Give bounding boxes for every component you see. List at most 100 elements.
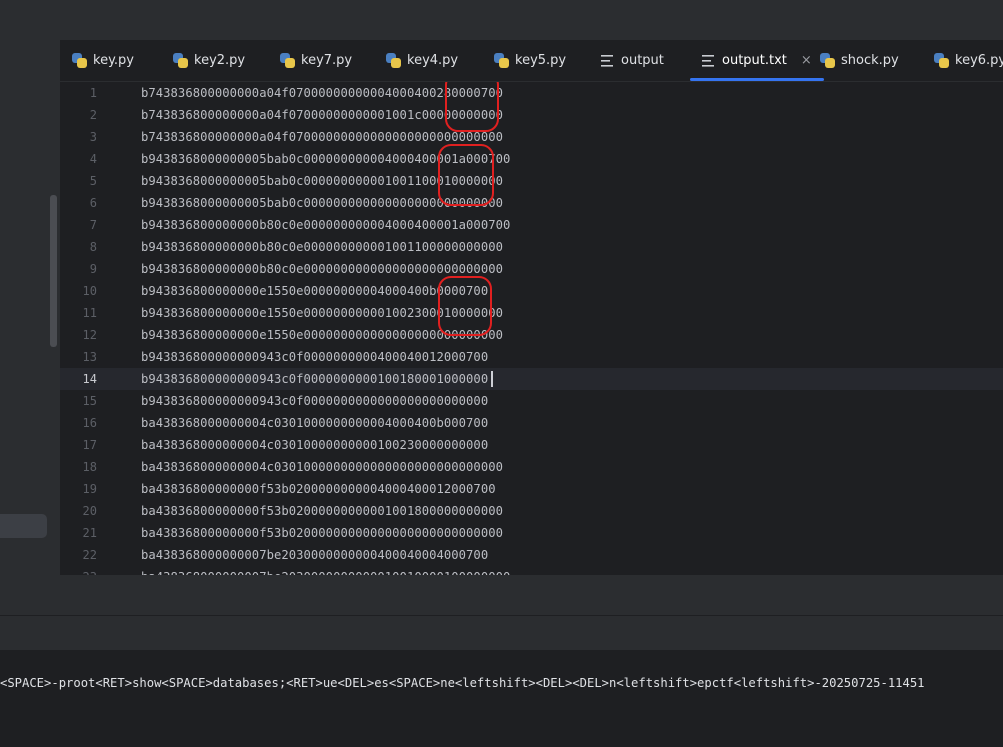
line-number: 14 (82, 372, 97, 386)
line-number: 6 (89, 196, 97, 210)
tab-label: shock.py (841, 53, 899, 68)
line-number: 21 (82, 526, 97, 540)
editor-line[interactable]: 6 b9438368000000005bab0c00000000000000000… (60, 192, 1003, 214)
tab-label: key2.py (194, 53, 246, 68)
code-text: ba43836800000000f53b02000000000001001800… (141, 504, 503, 518)
editor-tab-bar: key.py key2.py key7.py key4.py key5.py o… (60, 40, 1003, 82)
red-annotation-circle (438, 276, 492, 336)
tab-key2-py[interactable]: key2.py (173, 40, 245, 81)
editor-line[interactable]: 5 b9438368000000005bab0c00000000000100110… (60, 170, 1003, 192)
console-text: <SPACE>-proot<RET>show<SPACE>databases;<… (0, 676, 925, 690)
line-number: 20 (82, 504, 97, 518)
editor-line[interactable]: 20 ba43836800000000f53b020000000000010018… (60, 500, 1003, 522)
code-text: ba438368000000007be203000000000040004000… (141, 548, 489, 562)
editor-line[interactable]: 14 b943836800000000943c0f0000000000100180… (60, 368, 1003, 390)
tab-label: key4.py (407, 53, 459, 68)
editor-line[interactable]: 8 b943836800000000b80c0e00000000000100110… (60, 236, 1003, 258)
editor-line[interactable]: 21 ba43836800000000f53b020000000000000000… (60, 522, 1003, 544)
tab-label: key5.py (515, 53, 567, 68)
line-number: 8 (89, 240, 97, 254)
editor-line[interactable]: 23 ba438368000000007be2030000000000010010… (60, 566, 1003, 575)
editor-line[interactable]: 13 b943836800000000943c0f0000000000400040… (60, 346, 1003, 368)
red-annotation-circle (445, 82, 499, 132)
tab-key5-py[interactable]: key5.py (494, 40, 566, 81)
tab-key7-py[interactable]: key7.py (280, 40, 352, 81)
line-number: 2 (89, 108, 97, 122)
line-number: 9 (89, 262, 97, 276)
console-output[interactable]: <SPACE>-proot<RET>show<SPACE>databases;<… (0, 650, 1003, 747)
python-icon (934, 53, 949, 68)
red-annotation-circle (438, 144, 494, 206)
code-text: ba43836800000000f53b02000000000040004000… (141, 482, 496, 496)
code-text: ba438368000000004c0301000000000004000400… (141, 416, 489, 430)
line-number: 5 (89, 174, 97, 188)
editor-line[interactable]: 2 b743836800000000a04f07000000000001001c0… (60, 104, 1003, 126)
python-icon (820, 53, 835, 68)
title-bar (0, 0, 1003, 40)
project-panel (0, 40, 60, 575)
text-file-icon (702, 54, 716, 67)
line-number: 22 (82, 548, 97, 562)
tab-key6-py[interactable]: key6.py (934, 40, 1003, 81)
code-text: ba438368000000004c0301000000000010023000… (141, 438, 489, 452)
code-text: ba438368000000007be203000000000001001000… (141, 566, 510, 575)
bottom-panel-toolbar (0, 616, 1003, 650)
tab-output-txt[interactable]: output.txt × (690, 40, 824, 81)
python-icon (280, 53, 295, 68)
code-text: ba438368000000004c0301000000000000000000… (141, 460, 503, 474)
editor-line[interactable]: 10 b943836800000000e1550e0000000000400040… (60, 280, 1003, 302)
python-icon (173, 53, 188, 68)
python-icon (494, 53, 509, 68)
code-text: b943836800000000943c0f000000000040004001… (141, 350, 489, 364)
line-number: 3 (89, 130, 97, 144)
line-number: 19 (82, 482, 97, 496)
code-text: b943836800000000b80c0e000000000001001100… (141, 240, 503, 254)
editor-line[interactable]: 16 ba438368000000004c03010000000000040004… (60, 412, 1003, 434)
tab-output[interactable]: output (601, 40, 664, 81)
editor-area[interactable]: 1 b743836800000000a04f0700000000000400040… (60, 82, 1003, 575)
line-number: 7 (89, 218, 97, 232)
project-tree-selected-row[interactable] (0, 514, 47, 538)
editor-line[interactable]: 4 b9438368000000005bab0c00000000000400040… (60, 148, 1003, 170)
code-text: b943836800000000e1550e00000000004000400b… (141, 284, 489, 298)
editor-line[interactable]: 7 b943836800000000b80c0e00000000000400040… (60, 214, 1003, 236)
line-number: 10 (82, 284, 97, 298)
text-caret (491, 371, 493, 387)
close-icon[interactable]: × (801, 53, 812, 68)
line-number: 16 (82, 416, 97, 430)
python-icon (386, 53, 401, 68)
tab-label: output.txt (722, 53, 787, 68)
tab-key4-py[interactable]: key4.py (386, 40, 458, 81)
editor-line[interactable]: 9 b943836800000000b80c0e00000000000000000… (60, 258, 1003, 280)
code-text: b943836800000000b80c0e000000000004000400… (141, 218, 511, 232)
tab-label: output (621, 53, 664, 68)
line-number: 12 (82, 328, 97, 342)
text-file-icon (601, 54, 615, 67)
code-text: b943836800000000943c0f000000000000000000… (141, 394, 489, 408)
bottom-panel-header (0, 575, 1003, 616)
python-icon (72, 53, 87, 68)
line-number: 13 (82, 350, 97, 364)
tab-label: key6.py (955, 53, 1003, 68)
tab-shock-py[interactable]: shock.py (820, 40, 899, 81)
tab-label: key.py (93, 53, 134, 68)
line-number: 23 (60, 566, 97, 575)
editor-line[interactable]: 18 ba438368000000004c03010000000000000000… (60, 456, 1003, 478)
line-number: 18 (82, 460, 97, 474)
editor-line[interactable]: 3 b743836800000000a04f0700000000000000000… (60, 126, 1003, 148)
editor-line[interactable]: 22 ba438368000000007be2030000000000400040… (60, 544, 1003, 566)
editor-line[interactable]: 17 ba438368000000004c03010000000000100230… (60, 434, 1003, 456)
code-text: ba43836800000000f53b02000000000000000000… (141, 526, 503, 540)
editor-line[interactable]: 12 b943836800000000e1550e0000000000000000… (60, 324, 1003, 346)
tab-label: key7.py (301, 53, 353, 68)
line-number: 1 (89, 86, 97, 100)
tab-key-py[interactable]: key.py (72, 40, 134, 81)
editor-line[interactable]: 15 b943836800000000943c0f0000000000000000… (60, 390, 1003, 412)
editor-line[interactable]: 19 ba43836800000000f53b020000000000400040… (60, 478, 1003, 500)
line-number: 11 (82, 306, 97, 320)
editor-line[interactable]: 11 b943836800000000e1550e0000000000010023… (60, 302, 1003, 324)
line-number: 4 (89, 152, 97, 166)
editor-line[interactable]: 1 b743836800000000a04f0700000000000400040… (60, 82, 1003, 104)
project-panel-scrollbar[interactable] (50, 195, 57, 347)
line-number: 17 (82, 438, 97, 452)
